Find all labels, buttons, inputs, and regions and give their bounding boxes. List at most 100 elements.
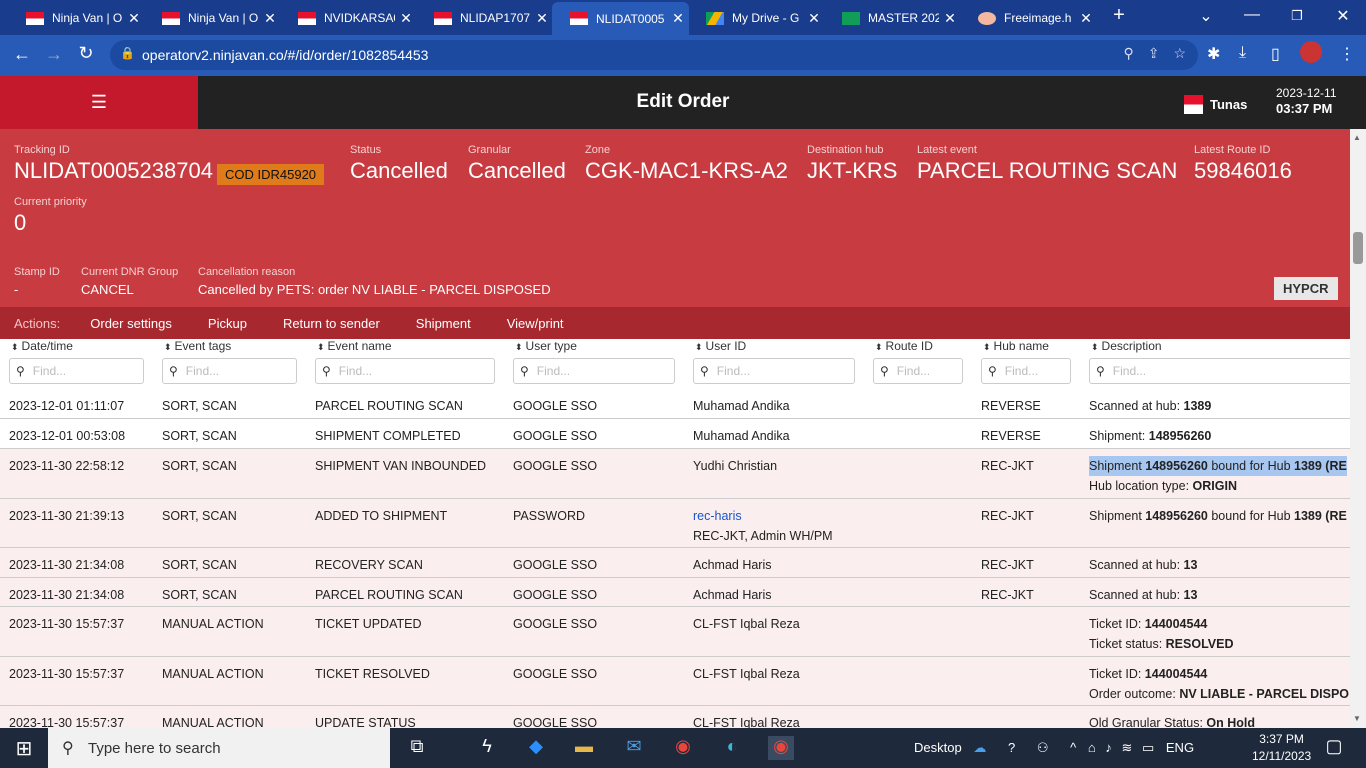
url-field[interactable]: 🔒 operatorv2.ninjavan.co/#/id/order/1082… [110,40,1198,70]
column-filter-input[interactable]: ⚲ Find... [9,358,144,384]
edge-icon[interactable]: ◐ [719,736,745,760]
back-icon[interactable]: ← [6,44,38,65]
people-icon[interactable]: ⚇ [1037,740,1049,755]
volume-icon[interactable]: ♪ [1105,740,1112,755]
browser-tab[interactable]: My Drive - G ✕ [688,4,825,32]
new-tab-button[interactable]: + [1099,4,1139,27]
sort-icon[interactable]: ⬍ [164,342,172,352]
close-tab-icon[interactable]: ✕ [123,10,145,27]
scroll-up-icon[interactable]: ▲ [1353,133,1361,142]
action-order-settings[interactable]: Order settings [90,316,172,331]
browser-tab[interactable]: Ninja Van | O ✕ [144,4,281,32]
column-header[interactable]: ⬍ Event tags [164,339,231,353]
chrome-active-icon[interactable]: ◉ [768,736,794,760]
chrome-icon[interactable]: ◉ [670,736,696,760]
action-return-to-sender[interactable]: Return to sender [283,316,380,331]
download-icon[interactable]: ⤓ [1239,44,1246,62]
column-header[interactable]: ⬍ Description [1091,339,1162,353]
reload-icon[interactable]: ↻ [70,43,102,64]
column-header[interactable]: ⬍ Event name [317,339,392,353]
sort-icon[interactable]: ⬍ [515,342,523,352]
help-icon[interactable]: ? [1008,740,1015,755]
extensions-icon[interactable]: ✱ [1207,44,1220,64]
sort-icon[interactable]: ⬍ [983,342,991,352]
profile-avatar[interactable] [1300,41,1322,63]
close-window-button[interactable]: ✕ [1323,6,1363,26]
column-filter-input[interactable]: ⚲ Find... [513,358,675,384]
sort-icon[interactable]: ⬍ [11,342,19,352]
forward-icon[interactable]: → [38,44,70,65]
table-row[interactable]: 2023-11-30 15:57:37 MANUAL ACTION UPDATE S… [0,706,1350,728]
windows-start-icon[interactable]: ⊞ [11,736,37,760]
browser-tab[interactable]: NVIDKARSA0 ✕ [280,4,417,32]
tab-search-icon[interactable]: ⌄ [1186,6,1226,26]
close-tab-icon[interactable]: ✕ [395,10,417,27]
scrollbar-thumb[interactable] [1353,232,1363,264]
wifi-icon[interactable]: ≋ [1121,740,1132,755]
file-explorer-icon[interactable]: ▬ [571,736,597,760]
table-row[interactable]: 2023-11-30 15:57:37 MANUAL ACTION TICKET U… [0,607,1350,657]
battery-icon[interactable]: ▭ [1142,740,1154,755]
restore-button[interactable]: ❐ [1277,8,1317,24]
desktop-label[interactable]: Desktop [914,740,962,755]
table-row[interactable]: 2023-11-30 21:39:13 SORT, SCAN ADDED TO SH… [0,499,1350,548]
sort-icon[interactable]: ⬍ [695,342,703,352]
table-row[interactable]: 2023-11-30 21:34:08 SORT, SCAN RECOVERY SC… [0,548,1350,578]
column-filter-input[interactable]: ⚲ Find... [873,358,963,384]
country-selector[interactable]: Tunas [1184,95,1247,114]
action-view-print[interactable]: View/print [507,316,564,331]
close-tab-icon[interactable]: ✕ [531,10,553,27]
notifications-icon[interactable]: ▢ [1321,736,1347,760]
close-tab-icon[interactable]: ✕ [939,10,961,27]
close-tab-icon[interactable]: ✕ [1075,10,1097,27]
column-header[interactable]: ⬍ Hub name [983,339,1049,353]
column-filter-input[interactable]: ⚲ Find... [981,358,1071,384]
chrome-menu-icon[interactable]: ⋮ [1339,44,1355,64]
column-header[interactable]: ⬍ User type [515,339,577,353]
column-header[interactable]: ⬍ User ID [695,339,746,353]
sort-icon[interactable]: ⬍ [1091,342,1099,352]
onedrive-icon[interactable]: ☁ [973,740,986,755]
tray-chevron-icon[interactable]: ^ [1070,740,1076,755]
table-row[interactable]: 2023-11-30 22:58:12 SORT, SCAN SHIPMENT VA… [0,449,1350,499]
column-filter-input[interactable]: ⚲ Find... [162,358,297,384]
taskbar-clock[interactable]: 3:37 PM 12/11/2023 [1252,731,1311,765]
action-shipment[interactable]: Shipment [416,316,471,331]
taskbar-search-input[interactable]: ⚲ Type here to search [48,728,390,768]
share-icon[interactable]: ⇪ [1148,45,1160,62]
browser-tab[interactable]: NLIDAT0005 ✕ [552,2,689,35]
browser-tab[interactable]: MASTER 202 ✕ [824,4,961,32]
minimize-button[interactable]: — [1232,6,1272,24]
sort-icon[interactable]: ⬍ [875,342,883,352]
close-tab-icon[interactable]: ✕ [803,10,825,27]
task-view-icon[interactable]: ⧉ [404,736,430,760]
language-indicator[interactable]: ENG [1166,740,1194,755]
action-pickup[interactable]: Pickup [208,316,247,331]
app-s-icon[interactable]: ϟ [474,736,500,760]
column-filter-input[interactable]: ⚲ Find... [1089,358,1350,384]
menu-button[interactable]: ☰ [0,76,198,129]
side-panel-icon[interactable]: ▯ [1271,44,1280,64]
dropbox-icon[interactable]: ◆ [523,736,549,760]
column-header[interactable]: ⬍ Date/time [11,339,73,353]
column-filter-input[interactable]: ⚲ Find... [315,358,495,384]
mail-icon[interactable]: ✉ [621,736,647,760]
table-row[interactable]: 2023-11-30 21:34:08 SORT, SCAN PARCEL ROUT… [0,578,1350,607]
user-link[interactable]: rec-haris [693,506,833,526]
meet-icon[interactable]: ⌂ [1088,740,1096,755]
page-scrollbar[interactable]: ▲ ▼ [1350,129,1366,728]
close-tab-icon[interactable]: ✕ [667,10,689,27]
table-row[interactable]: 2023-12-01 00:53:08 SORT, SCAN SHIPMENT CO… [0,419,1350,449]
zoom-icon[interactable]: ⚲ [1123,45,1133,62]
scroll-down-icon[interactable]: ▼ [1353,714,1361,723]
close-tab-icon[interactable]: ✕ [259,10,281,27]
browser-tab[interactable]: Ninja Van | O ✕ [8,4,145,32]
browser-tab[interactable]: NLIDAP1707 ✕ [416,4,553,32]
sort-icon[interactable]: ⬍ [317,342,325,352]
column-filter-input[interactable]: ⚲ Find... [693,358,855,384]
bookmark-star-icon[interactable]: ☆ [1173,45,1186,62]
table-row[interactable]: 2023-11-30 15:57:37 MANUAL ACTION TICKET R… [0,657,1350,706]
browser-tab[interactable]: Freeimage.h ✕ [960,4,1097,32]
column-header[interactable]: ⬍ Route ID [875,339,933,353]
table-row[interactable]: 2023-12-01 01:11:07 SORT, SCAN PARCEL ROUT… [0,389,1350,419]
